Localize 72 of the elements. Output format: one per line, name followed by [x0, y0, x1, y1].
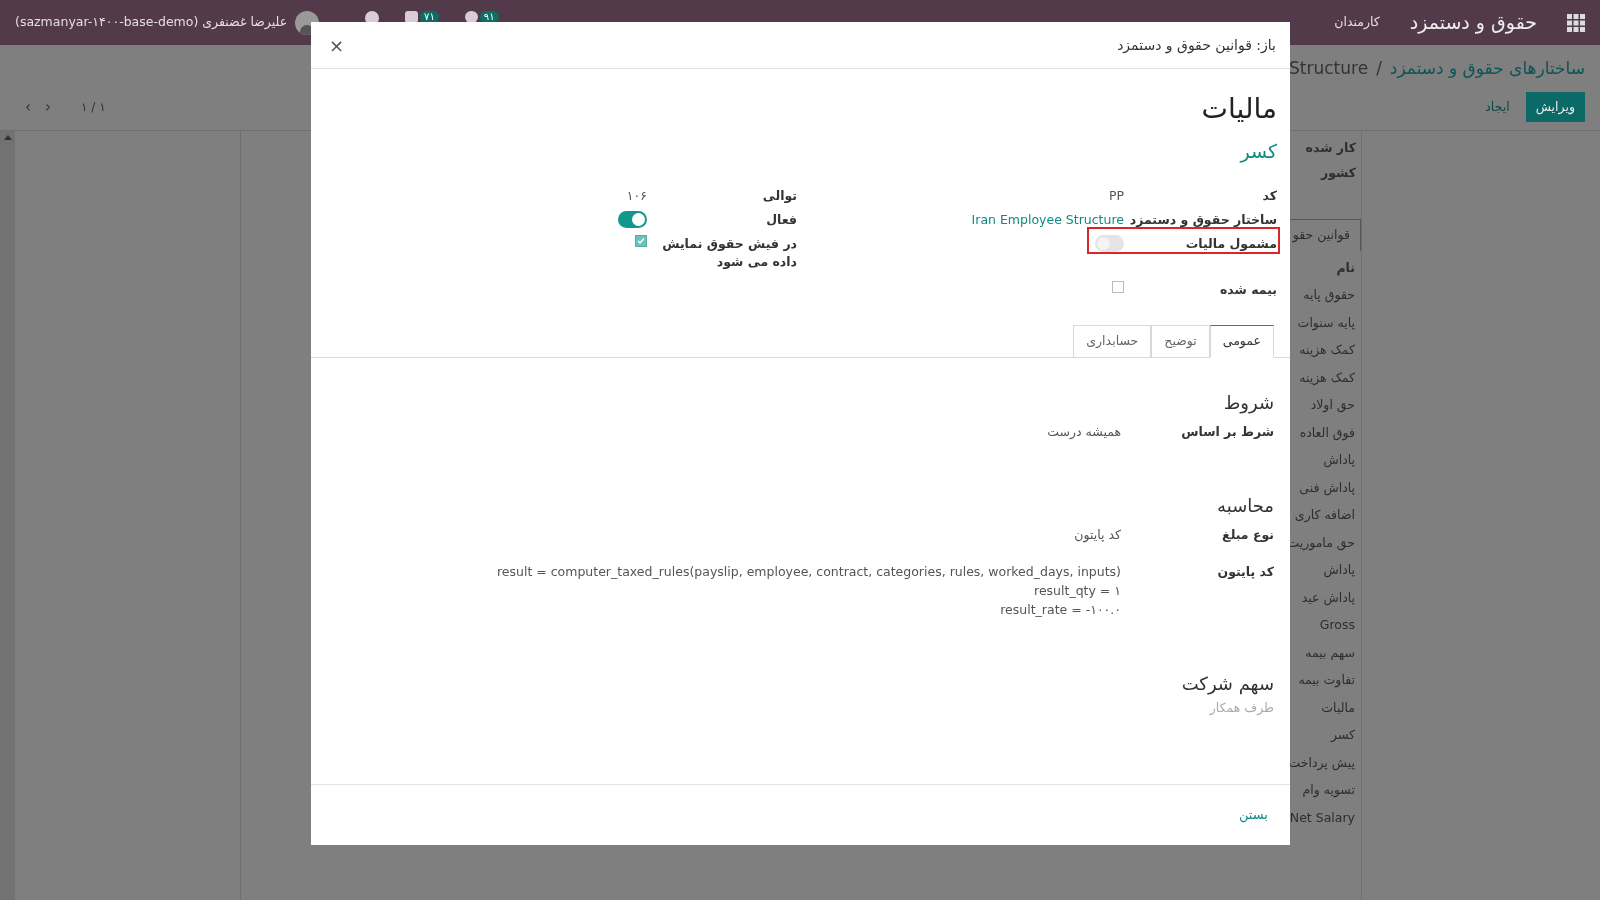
checkbox[interactable] [635, 235, 647, 247]
section-title: محاسبه [1216, 494, 1274, 518]
list-row[interactable]: فوق العاده [1299, 418, 1355, 446]
tab[interactable]: عمومی [1209, 325, 1274, 358]
list-row[interactable]: حقوق پایه [1303, 281, 1355, 309]
code-line: result_qty = ۱ [1034, 582, 1121, 600]
field-label: فعال [765, 211, 797, 229]
list-row[interactable]: پاداش عید [1301, 583, 1355, 611]
field-label: در فیش حقوق نمایش داده می شود [661, 235, 797, 271]
user-name[interactable]: علیرضا غضنفری (sazmanyar-۱۴۰۰-base-demo) [15, 13, 288, 32]
list-row[interactable]: تسویه وام [1302, 776, 1355, 804]
list-row[interactable]: پیش پرداخت [1288, 748, 1355, 776]
app-title[interactable]: حقوق و دستمزد [1409, 8, 1537, 37]
code-line: result = computer_taxed_rules(payslip, employee, contract, categories, rules, worked_days, inputs) [496, 563, 1121, 581]
list-row[interactable]: حق اولاد [1310, 391, 1355, 419]
list-row[interactable]: کسر [1331, 721, 1355, 749]
field-label: ساختار حقوق و دستمزد [1128, 211, 1277, 229]
field-value: کد پایتون [1074, 526, 1121, 544]
toggle-switch[interactable] [618, 211, 647, 228]
create-button[interactable]: ایجاد [1479, 92, 1516, 122]
list-row[interactable]: پاداش [1323, 446, 1355, 474]
field-label: طرف همکار [1209, 699, 1274, 718]
list-row[interactable]: پایه سنوات [1297, 308, 1355, 336]
edit-button[interactable]: ویرایش [1525, 92, 1585, 122]
next-page-button[interactable]: › [45, 95, 51, 119]
list-row[interactable]: پاداش فنی [1299, 473, 1355, 501]
tab[interactable]: توضیح [1151, 325, 1210, 358]
list-row[interactable]: مالیات [1321, 693, 1355, 721]
close-button[interactable]: × [325, 31, 349, 59]
count-badge: ۹۱ [479, 11, 499, 23]
field-label: شرط بر اساس [1180, 423, 1274, 441]
list-row[interactable]: کمک هزینه [1299, 363, 1355, 391]
list-row[interactable]: حق ماموریت [1287, 528, 1355, 556]
dialog-title: باز: قوانین حقوق و دستمزد [1117, 35, 1276, 56]
list-row[interactable]: کمک هزینه [1299, 336, 1355, 364]
field-value: ۱۰۶ [626, 187, 647, 205]
column-header: نام [1336, 258, 1355, 278]
list-row[interactable]: سهم بیمه [1305, 638, 1355, 666]
list-row[interactable]: اضافه کاری [1294, 501, 1355, 529]
count-badge: ۷۱ [420, 11, 439, 23]
field-label: کد پایتون [1216, 563, 1274, 581]
field-label: توالی [761, 187, 797, 205]
scrollbar[interactable] [0, 131, 15, 900]
list-row[interactable]: پاداش [1323, 556, 1355, 584]
apps-menu-icon[interactable] [1567, 13, 1585, 32]
list-row[interactable]: Gross [1319, 611, 1355, 639]
menu-item[interactable]: کارمندان [1334, 13, 1380, 32]
category-link[interactable]: کسر [1240, 137, 1277, 165]
close-dialog-button[interactable]: بستن [1238, 805, 1268, 825]
breadcrumb-link[interactable]: ساختارهای حقوق و دستمزد [1389, 56, 1585, 82]
checkbox[interactable] [1112, 281, 1124, 293]
field-value: همیشه درست [1047, 423, 1121, 441]
previous-page-button[interactable]: ‹ [25, 95, 31, 119]
field-link[interactable]: Iran Employee Structure [971, 211, 1124, 230]
field-label: نوع مبلغ [1221, 526, 1274, 544]
field-value: PP [1108, 187, 1124, 205]
field-label: مشمول مالیات [1184, 235, 1277, 253]
breadcrumb-current: Structure [1289, 57, 1369, 81]
scroll-up-icon[interactable] [3, 135, 12, 140]
tab[interactable]: حسابداری [1073, 325, 1152, 358]
field-label: کد [1261, 187, 1277, 205]
record-title: مالیات [1201, 91, 1277, 127]
field-label: بیمه شده [1219, 281, 1277, 299]
list-row[interactable]: Net Salary [1289, 803, 1355, 831]
section-title: سهم شرکت [1180, 672, 1274, 697]
code-line: result_rate = -۱۰۰.۰ [1000, 601, 1121, 619]
section-title: شروط [1222, 391, 1274, 416]
pager-text: ۱ / ۱ [81, 99, 106, 116]
field-label: کشور [1320, 163, 1356, 182]
list-row[interactable]: تفاوت بیمه [1298, 666, 1355, 694]
breadcrumb-separator: / [1376, 57, 1382, 81]
field-label: کار شده [1305, 139, 1356, 157]
